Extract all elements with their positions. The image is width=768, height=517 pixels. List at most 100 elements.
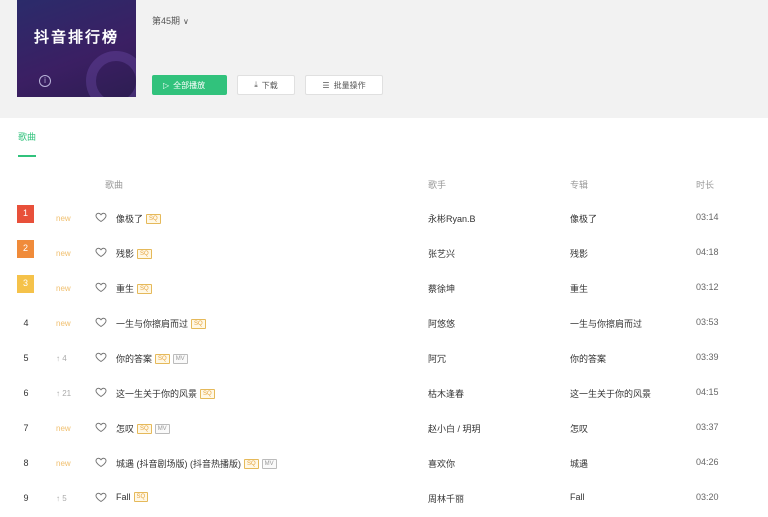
artist-link[interactable]: 阿冗 — [428, 352, 446, 365]
rank-badge: 1 — [17, 205, 34, 223]
rank-trend: new — [56, 249, 71, 258]
quality-tag: SQ — [200, 388, 215, 399]
song-title[interactable]: 残影 — [116, 247, 134, 260]
song-title[interactable]: 怎叹 — [116, 422, 134, 435]
album-link[interactable]: 你的答案 — [570, 352, 606, 365]
song-title[interactable]: 城遇 (抖音剧场版) (抖音热播版) — [116, 457, 241, 470]
song-cell[interactable]: 像极了 SQ — [116, 212, 161, 225]
quality-tag[interactable]: MV — [172, 353, 188, 364]
duration: 03:39 — [696, 352, 719, 362]
heart-icon[interactable] — [95, 421, 107, 433]
table-row[interactable]: 6 ↑ 21 这一生关于你的风景 SQ 枯木逢春 这一生关于你的风景 04:15 — [0, 378, 768, 412]
heart-icon[interactable] — [95, 211, 107, 223]
quality-tag: SQ — [133, 492, 149, 502]
artist-link[interactable]: 枯木逢春 — [428, 387, 464, 400]
song-title[interactable]: 重生 — [116, 282, 134, 295]
table-row[interactable]: 2 new 残影 SQ 张艺兴 残影 04:18 — [0, 238, 768, 272]
batch-label: 批量操作 — [333, 80, 366, 90]
action-bar: ▷ 全部播放 ⤓ 下载 ☰ 批量操作 — [152, 75, 383, 95]
album-link[interactable]: 这一生关于你的风景 — [570, 387, 651, 400]
header-album: 专辑 — [570, 180, 589, 190]
heart-icon[interactable] — [95, 316, 107, 328]
play-all-label: 全部播放 — [173, 80, 206, 90]
table-row[interactable]: 4 new 一生与你擦肩而过 SQ 阿悠悠 一生与你擦肩而过 03:53 — [0, 308, 768, 342]
chevron-down-icon: ∨ — [183, 17, 189, 26]
rank-trend: new — [56, 319, 71, 328]
quality-tag: SQ — [146, 213, 161, 224]
table-row[interactable]: 8 new 城遇 (抖音剧场版) (抖音热播版) SQ MV 喜欢你 城遇 04:2… — [0, 448, 768, 482]
album-link[interactable]: 怎叹 — [570, 422, 588, 435]
tab-songs[interactable]: 歌曲 — [18, 130, 37, 157]
song-cell[interactable]: 你的答案 SQ MV — [116, 352, 188, 365]
rank-badge: 3 — [17, 275, 34, 293]
quality-tag: SQ — [137, 283, 152, 294]
quality-tag[interactable]: MV — [154, 423, 170, 434]
heart-icon[interactable] — [95, 351, 107, 363]
table-header: 歌曲 歌手 专辑 时长 — [0, 178, 768, 196]
rank-trend: new — [56, 284, 71, 293]
artist-link[interactable]: 永彬Ryan.B — [428, 212, 476, 225]
batch-operation-button[interactable]: ☰ 批量操作 — [305, 75, 383, 95]
table-row[interactable]: 5 ↑ 4 你的答案 SQ MV 阿冗 你的答案 03:39 — [0, 343, 768, 377]
album-link[interactable]: 像极了 — [570, 212, 597, 225]
artist-link[interactable]: 赵小白 / 玥玥 — [428, 422, 481, 435]
song-cell[interactable]: 城遇 (抖音剧场版) (抖音热播版) SQ MV — [116, 457, 277, 470]
header-duration: 时长 — [696, 180, 715, 190]
song-cell[interactable]: 怎叹 SQ MV — [116, 422, 170, 435]
heart-icon[interactable] — [95, 456, 107, 468]
rank-number: 8 — [23, 458, 29, 468]
duration: 04:18 — [696, 247, 719, 257]
song-cell[interactable]: 这一生关于你的风景 SQ — [116, 387, 215, 400]
download-label: 下载 — [261, 80, 278, 90]
album-link[interactable]: 重生 — [570, 282, 588, 295]
download-button[interactable]: ⤓ 下载 — [237, 75, 295, 95]
duration: 03:12 — [696, 282, 719, 292]
heart-icon[interactable] — [95, 281, 107, 293]
duration: 03:53 — [696, 317, 719, 327]
rank-trend: new — [56, 214, 71, 223]
rank-number: 5 — [23, 353, 29, 363]
rank-number: 6 — [23, 388, 29, 398]
playlist-cover[interactable]: 抖音排行榜 i — [17, 0, 136, 97]
duration: 04:26 — [696, 457, 719, 467]
song-cell[interactable]: Fall SQ — [116, 492, 149, 502]
song-title[interactable]: 这一生关于你的风景 — [116, 387, 197, 400]
song-title[interactable]: 一生与你擦肩而过 — [116, 317, 188, 330]
album-link[interactable]: 城遇 — [570, 457, 588, 470]
table-row[interactable]: 9 ↑ 5 Fall SQ 周林千丽 Fall 03:20 — [0, 483, 768, 517]
quality-tag: SQ — [137, 423, 152, 434]
album-link[interactable]: Fall — [570, 492, 585, 502]
heart-icon[interactable] — [95, 246, 107, 258]
artist-link[interactable]: 喜欢你 — [428, 457, 455, 470]
creator-label: 第45期 — [152, 16, 181, 26]
creator-dropdown[interactable]: 第45期 ∨ — [152, 14, 189, 27]
table-row[interactable]: 7 new 怎叹 SQ MV 赵小白 / 玥玥 怎叹 03:37 — [0, 413, 768, 447]
heart-icon[interactable] — [95, 386, 107, 398]
song-cell[interactable]: 重生 SQ — [116, 282, 152, 295]
rank-badge: 2 — [17, 240, 34, 258]
song-cell[interactable]: 一生与你擦肩而过 SQ — [116, 317, 206, 330]
header-artist: 歌手 — [428, 180, 447, 190]
artist-link[interactable]: 张艺兴 — [428, 247, 455, 260]
album-link[interactable]: 一生与你擦肩而过 — [570, 317, 642, 330]
rank-number: 7 — [23, 423, 29, 433]
artist-link[interactable]: 周林千丽 — [428, 492, 464, 505]
table-row[interactable]: 1 new 像极了 SQ 永彬Ryan.B 像极了 03:14 — [0, 203, 768, 237]
info-icon[interactable]: i — [39, 75, 51, 87]
song-cell[interactable]: 残影 SQ — [116, 247, 152, 260]
song-title[interactable]: 像极了 — [116, 212, 143, 225]
artist-link[interactable]: 蔡徐坤 — [428, 282, 455, 295]
duration: 03:14 — [696, 212, 719, 222]
quality-tag[interactable]: MV — [261, 458, 277, 469]
play-icon: ▷ — [163, 80, 170, 90]
table-row[interactable]: 3 new 重生 SQ 蔡徐坤 重生 03:12 — [0, 273, 768, 307]
song-title[interactable]: 你的答案 — [116, 352, 152, 365]
artist-link[interactable]: 阿悠悠 — [428, 317, 455, 330]
song-title[interactable]: Fall — [116, 492, 131, 502]
album-link[interactable]: 残影 — [570, 247, 588, 260]
heart-icon[interactable] — [95, 491, 107, 503]
play-all-button[interactable]: ▷ 全部播放 — [152, 75, 227, 95]
rank-trend: ↑ 4 — [56, 354, 67, 363]
quality-tag: SQ — [155, 353, 170, 364]
duration: 03:20 — [696, 492, 719, 502]
